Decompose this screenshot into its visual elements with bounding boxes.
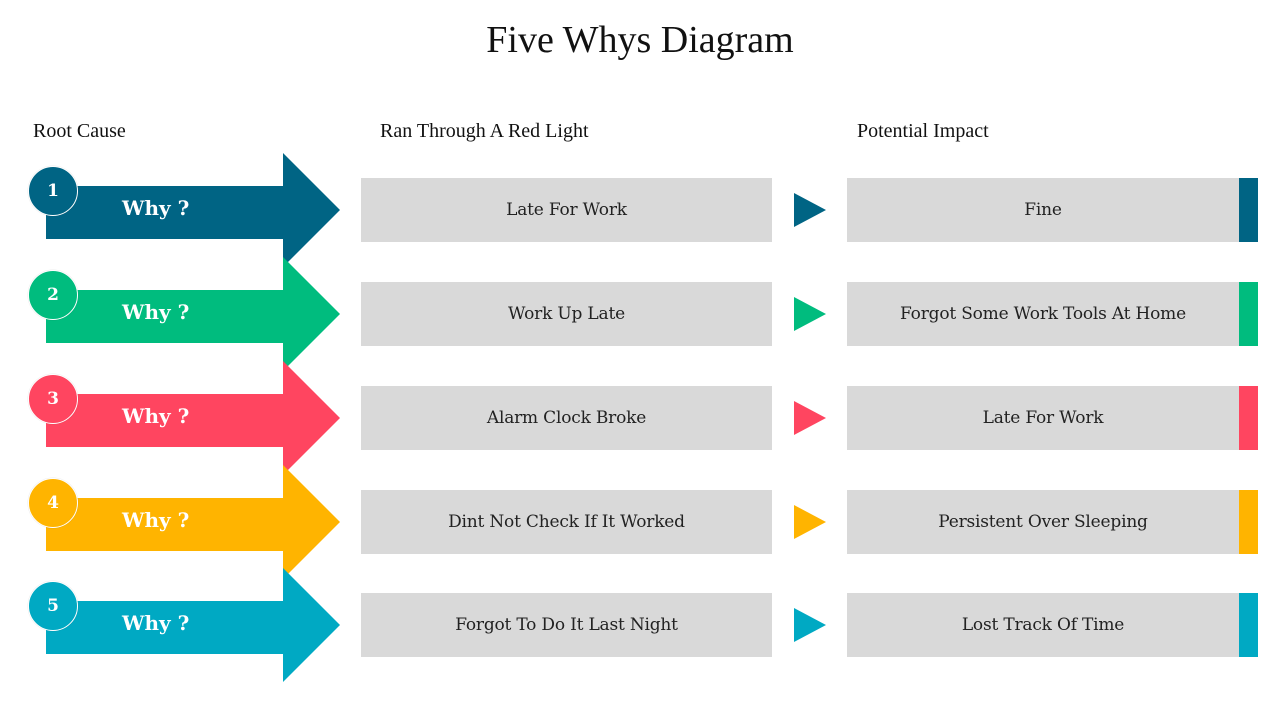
triangle-right-icon: [794, 297, 826, 331]
step-number-badge: 1: [28, 166, 78, 216]
cause-box: Late For Work: [361, 178, 772, 242]
arrow-body: [46, 153, 340, 267]
impact-accent-strip: [1239, 386, 1258, 450]
arrow-body: [46, 361, 340, 475]
cause-box: Dint Not Check If It Worked: [361, 490, 772, 554]
triangle-right-icon: [794, 193, 826, 227]
arrow-right-shape: [46, 153, 340, 267]
impact-accent-strip: [1239, 490, 1258, 554]
step-number-badge: 3: [28, 374, 78, 424]
triangle-right-icon: [794, 608, 826, 642]
arrow-right-shape: [46, 257, 340, 371]
cause-box: Alarm Clock Broke: [361, 386, 772, 450]
cause-box: Work Up Late: [361, 282, 772, 346]
why-label: Why ?: [122, 611, 190, 635]
header-potential-impact: Potential Impact: [857, 120, 989, 142]
why-label: Why ?: [122, 196, 190, 220]
impact-accent-strip: [1239, 593, 1258, 657]
why-row: Why ? 4 Dint Not Check If It Worked Persist…: [0, 465, 1280, 579]
impact-box: Forgot Some Work Tools At Home: [847, 282, 1239, 346]
why-label: Why ?: [122, 300, 190, 324]
arrow-body: [46, 568, 340, 682]
step-number-badge: 4: [28, 478, 78, 528]
impact-box: Persistent Over Sleeping: [847, 490, 1239, 554]
page-title: Five Whys Diagram: [486, 19, 794, 61]
why-label: Why ?: [122, 508, 190, 532]
arrow-body: [46, 465, 340, 579]
arrow-right-shape: [46, 465, 340, 579]
why-row: Why ? 2 Work Up Late Forgot Some Work Tools…: [0, 257, 1280, 371]
why-row: Why ? 3 Alarm Clock Broke Late For Work: [0, 361, 1280, 475]
impact-box: Late For Work: [847, 386, 1239, 450]
step-number-badge: 2: [28, 270, 78, 320]
arrow-right-shape: [46, 361, 340, 475]
arrow-body: [46, 257, 340, 371]
cause-box: Forgot To Do It Last Night: [361, 593, 772, 657]
why-label: Why ?: [122, 404, 190, 428]
why-row: Why ? 1 Late For Work Fine: [0, 153, 1280, 267]
arrow-right-shape: [46, 568, 340, 682]
triangle-right-icon: [794, 505, 826, 539]
why-row: Why ? 5 Forgot To Do It Last Night Lost Tra…: [0, 568, 1280, 682]
impact-box: Lost Track Of Time: [847, 593, 1239, 657]
header-problem: Ran Through A Red Light: [380, 120, 589, 142]
triangle-right-icon: [794, 401, 826, 435]
impact-accent-strip: [1239, 282, 1258, 346]
header-root-cause: Root Cause: [33, 120, 126, 142]
impact-box: Fine: [847, 178, 1239, 242]
impact-accent-strip: [1239, 178, 1258, 242]
step-number-badge: 5: [28, 581, 78, 631]
